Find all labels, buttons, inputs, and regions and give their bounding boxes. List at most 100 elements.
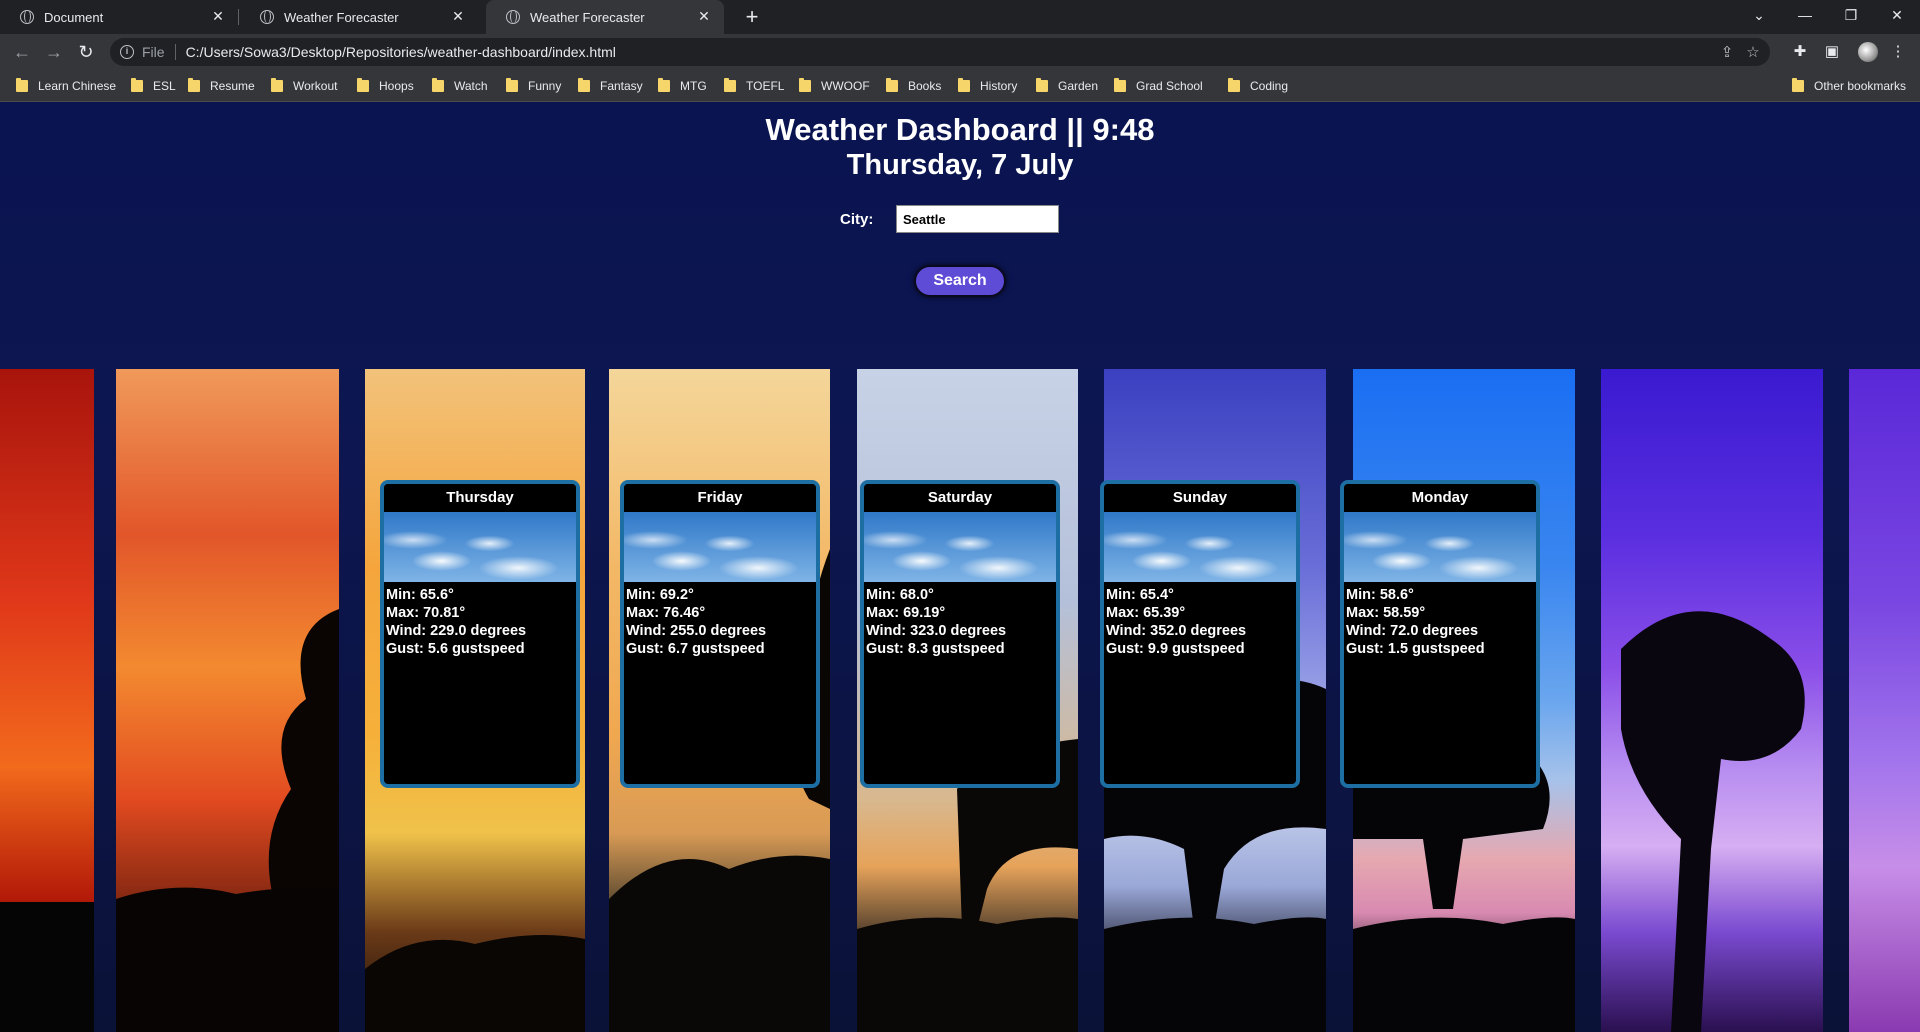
bookmark-folder[interactable]: Coding bbox=[1228, 78, 1288, 94]
bookmark-folder[interactable]: History bbox=[958, 78, 1017, 94]
bookmark-star-icon[interactable]: ☆ bbox=[1744, 44, 1762, 62]
restore-icon[interactable]: ❐ bbox=[1828, 0, 1874, 30]
bookmark-folder[interactable]: TOEFL bbox=[724, 78, 784, 94]
globe-icon bbox=[20, 10, 34, 24]
minimize-icon[interactable]: — bbox=[1782, 0, 1828, 30]
forecast-gust: Gust: 1.5 gustspeed bbox=[1346, 641, 1485, 657]
globe-icon bbox=[260, 10, 274, 24]
address-bar[interactable]: i File C:/Users/Sowa3/Desktop/Repositori… bbox=[110, 38, 1770, 66]
background-panel bbox=[116, 369, 339, 1032]
tab-title: Weather Forecaster bbox=[530, 9, 645, 25]
forecast-max: Max: 65.39° bbox=[1106, 605, 1186, 621]
folder-icon bbox=[131, 78, 143, 92]
folder-icon bbox=[799, 78, 811, 92]
forecast-card-saturday: Saturday Min: 68.0° Max: 69.19° Wind: 32… bbox=[860, 480, 1060, 788]
forecast-card-monday: Monday Min: 58.6° Max: 58.59° Wind: 72.0… bbox=[1340, 480, 1540, 788]
folder-icon bbox=[506, 78, 518, 92]
forecast-max: Max: 76.46° bbox=[626, 605, 706, 621]
tree-silhouette bbox=[1621, 611, 1805, 1032]
close-window-icon[interactable]: ✕ bbox=[1874, 0, 1920, 30]
bookmark-folder[interactable]: Learn Chinese bbox=[16, 78, 116, 94]
forecast-min: Min: 58.6° bbox=[1346, 587, 1414, 603]
folder-icon bbox=[271, 78, 283, 92]
folder-icon bbox=[1228, 78, 1240, 92]
other-bookmarks-folder[interactable]: Other bookmarks bbox=[1792, 78, 1906, 94]
close-tab-icon[interactable]: ✕ bbox=[696, 8, 712, 25]
profile-avatar[interactable] bbox=[1858, 42, 1878, 62]
weather-sky-image bbox=[624, 512, 816, 582]
bookmark-folder[interactable]: Funny bbox=[506, 78, 561, 94]
forecast-card-sunday: Sunday Min: 65.4° Max: 65.39° Wind: 352.… bbox=[1100, 480, 1300, 788]
bookmark-folder[interactable]: Grad School bbox=[1114, 78, 1203, 94]
bookmark-folder[interactable]: ESL bbox=[131, 78, 176, 94]
bookmarks-bar: Learn Chinese ESL Resume Workout Hoops W… bbox=[0, 70, 1920, 102]
folder-icon bbox=[16, 78, 28, 92]
browser-tab-1[interactable]: Document ✕ bbox=[0, 0, 239, 34]
background-panel bbox=[1849, 369, 1920, 1032]
forecast-day: Sunday bbox=[1104, 484, 1296, 512]
bookmark-folder[interactable]: Resume bbox=[188, 78, 255, 94]
forecast-max: Max: 58.59° bbox=[1346, 605, 1426, 621]
weather-sky-image bbox=[864, 512, 1056, 582]
folder-icon bbox=[357, 78, 369, 92]
forecast-day: Monday bbox=[1344, 484, 1536, 512]
forecast-wind: Wind: 323.0 degrees bbox=[866, 623, 1007, 639]
folder-icon bbox=[724, 78, 736, 92]
bookmark-folder[interactable]: MTG bbox=[658, 78, 707, 94]
extensions-puzzle-icon[interactable]: ✚ bbox=[1788, 40, 1812, 64]
folder-icon bbox=[1036, 78, 1048, 92]
bookmark-folder[interactable]: Workout bbox=[271, 78, 337, 94]
forecast-gust: Gust: 6.7 gustspeed bbox=[626, 641, 765, 657]
forecast-card-thursday: Thursday Min: 65.6° Max: 70.81° Wind: 22… bbox=[380, 480, 580, 788]
close-tab-icon[interactable]: ✕ bbox=[210, 8, 226, 25]
globe-icon bbox=[506, 10, 520, 24]
browser-tab-2[interactable]: Weather Forecaster ✕ bbox=[240, 0, 478, 34]
weather-sky-image bbox=[384, 512, 576, 582]
city-input[interactable] bbox=[896, 205, 1059, 233]
folder-icon bbox=[578, 78, 590, 92]
side-panel-icon[interactable]: ▣ bbox=[1820, 40, 1844, 64]
share-icon[interactable]: ⇪ bbox=[1718, 44, 1736, 62]
bookmark-folder[interactable]: Fantasy bbox=[578, 78, 643, 94]
forecast-gust: Gust: 5.6 gustspeed bbox=[386, 641, 525, 657]
folder-icon bbox=[1792, 78, 1804, 92]
background-panel bbox=[1601, 369, 1823, 1032]
weather-dashboard-page: Weather Dashboard || 9:48 Thursday, 7 Ju… bbox=[0, 102, 1920, 1032]
current-date: Thursday, 7 July bbox=[846, 149, 1074, 181]
folder-icon bbox=[1114, 78, 1126, 92]
forecast-wind: Wind: 255.0 degrees bbox=[626, 623, 767, 639]
bookmark-folder[interactable]: Garden bbox=[1036, 78, 1098, 94]
new-tab-plus-icon[interactable]: + bbox=[738, 3, 766, 31]
weather-sky-image bbox=[1104, 512, 1296, 582]
forward-arrow-icon[interactable]: → bbox=[42, 40, 66, 64]
tab-search-chevron-icon[interactable]: ⌄ bbox=[1736, 0, 1782, 30]
folder-icon bbox=[658, 78, 670, 92]
silhouette-ground bbox=[0, 902, 94, 1032]
forecast-day: Friday bbox=[624, 484, 816, 512]
reload-icon[interactable]: ↻ bbox=[74, 40, 98, 64]
back-arrow-icon[interactable]: ← bbox=[10, 40, 34, 64]
scheme-divider bbox=[174, 44, 176, 60]
info-icon[interactable]: i bbox=[120, 45, 134, 59]
bookmark-folder[interactable]: WWOOF bbox=[799, 78, 870, 94]
weather-sky-image bbox=[1344, 512, 1536, 582]
forecast-day: Saturday bbox=[864, 484, 1056, 512]
search-button[interactable]: Search bbox=[914, 265, 1006, 297]
close-tab-icon[interactable]: ✕ bbox=[450, 8, 466, 25]
forecast-day: Thursday bbox=[384, 484, 576, 512]
tab-divider bbox=[238, 9, 239, 25]
forecast-max: Max: 69.19° bbox=[866, 605, 946, 621]
bookmark-folder[interactable]: Books bbox=[886, 78, 941, 94]
bookmark-folder[interactable]: Watch bbox=[432, 78, 488, 94]
forecast-min: Min: 65.6° bbox=[386, 587, 454, 603]
forecast-min: Min: 65.4° bbox=[1106, 587, 1174, 603]
menu-kebab-icon[interactable]: ⋮ bbox=[1886, 40, 1910, 64]
url-text[interactable]: C:/Users/Sowa3/Desktop/Repositories/weat… bbox=[186, 44, 616, 60]
forecast-min: Min: 69.2° bbox=[626, 587, 694, 603]
forecast-wind: Wind: 72.0 degrees bbox=[1346, 623, 1479, 639]
background-panel bbox=[0, 369, 94, 1032]
bookmark-folder[interactable]: Hoops bbox=[357, 78, 414, 94]
tab-strip: Document ✕ Weather Forecaster ✕ Weather … bbox=[0, 0, 1920, 34]
forecast-wind: Wind: 352.0 degrees bbox=[1106, 623, 1247, 639]
browser-tab-3-active[interactable]: Weather Forecaster ✕ bbox=[486, 0, 724, 34]
